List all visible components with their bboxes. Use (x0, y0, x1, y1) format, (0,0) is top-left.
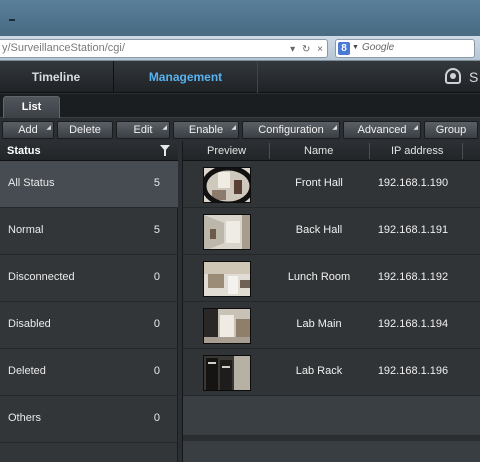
status-item-count: 0 (153, 412, 160, 424)
horizontal-scrollbar[interactable] (183, 435, 480, 441)
edit-dropdown-icon: ◢ (162, 125, 167, 131)
camera-name: Front Hall (295, 177, 343, 189)
advanced-dropdown-icon: ◢ (413, 125, 418, 131)
camera-row[interactable]: Back Hall 192.168.1.191 (183, 208, 480, 255)
camera-grid-footer (183, 435, 480, 462)
user-menu[interactable]: S (445, 67, 480, 89)
camera-name: Lab Main (296, 318, 342, 330)
camera-grid: Preview Name IP address Front Hall 192.1… (182, 141, 480, 462)
status-item-count: 0 (153, 318, 160, 330)
status-item-label: All Status (8, 177, 55, 189)
status-item-count: 0 (153, 365, 160, 377)
search-placeholder: Google (362, 42, 395, 53)
group-button[interactable]: Group (424, 121, 478, 139)
status-item-disconnected[interactable]: Disconnected 0 (0, 255, 178, 302)
search-input[interactable]: 8 ▼ Google (335, 39, 475, 58)
camera-preview-thumbnail[interactable] (203, 261, 251, 297)
status-item-label: Disconnected (8, 271, 75, 283)
search-engine-icon[interactable]: 8 (338, 42, 350, 55)
enable-dropdown-icon: ◢ (231, 125, 236, 131)
add-dropdown-icon: ◢ (46, 125, 51, 131)
reload-icon[interactable]: ↻ (302, 44, 310, 55)
tab-timeline[interactable]: Timeline (0, 61, 112, 93)
camera-row[interactable]: Lab Rack 192.168.1.196 (183, 349, 480, 396)
camera-ip-address: 192.168.1.191 (377, 224, 449, 236)
bookmark-star-icon[interactable]: ▾ (290, 44, 295, 55)
camera-name: Lab Rack (295, 365, 343, 377)
camera-row[interactable]: Lab Main 192.168.1.194 (183, 302, 480, 349)
status-item-normal[interactable]: Normal 5 (0, 208, 178, 255)
configuration-dropdown-icon: ◢ (332, 125, 337, 131)
toolbar: Add ◢ Delete Edit ◢ Enable ◢ Configuration ◢… (0, 119, 480, 141)
edit-button[interactable]: Edit ◢ (116, 121, 170, 139)
advanced-button[interactable]: Advanced ◢ (343, 121, 421, 139)
enable-button[interactable]: Enable ◢ (173, 121, 239, 139)
camera-ip-address: 192.168.1.196 (377, 365, 449, 377)
camera-ip-address: 192.168.1.194 (377, 318, 449, 330)
camera-name: Back Hall (295, 224, 343, 236)
column-divider[interactable] (369, 143, 370, 159)
status-item-label: Deleted (8, 365, 46, 377)
browser-navigation-bar: y/SurveillanceStation/cgi/ ▾ ↻ × 8 ▼ Goo… (0, 36, 480, 61)
status-item-others[interactable]: Others 0 (0, 396, 178, 443)
advanced-button-label: Advanced (357, 124, 407, 136)
column-divider[interactable] (269, 143, 270, 159)
tab-management[interactable]: Management (113, 61, 258, 93)
tab-list[interactable]: List (3, 96, 60, 118)
camera-grid-header: Preview Name IP address (183, 141, 480, 161)
camera-row[interactable]: Lunch Room 192.168.1.192 (183, 255, 480, 302)
user-icon (445, 68, 461, 84)
delete-button-label: Delete (69, 124, 101, 136)
status-panel-title: Status (7, 145, 41, 157)
status-panel-header: Status (0, 141, 178, 161)
status-panel: Status All Status 5 Normal 5 Disconnecte… (0, 141, 178, 462)
status-item-count: 0 (153, 271, 160, 283)
camera-preview-thumbnail[interactable] (203, 355, 251, 391)
configuration-button-label: Configuration (258, 124, 324, 136)
camera-row[interactable]: Front Hall 192.168.1.190 (183, 161, 480, 208)
search-engine-dropdown-icon[interactable]: ▼ (352, 44, 359, 51)
add-button-label: Add (18, 124, 38, 136)
delete-button[interactable]: Delete (57, 121, 113, 139)
status-item-label: Others (8, 412, 42, 424)
enable-button-label: Enable (188, 124, 224, 136)
camera-preview-thumbnail[interactable] (203, 214, 251, 250)
configuration-button[interactable]: Configuration ◢ (242, 121, 340, 139)
address-bar-text: y/SurveillanceStation/cgi/ (2, 42, 125, 54)
status-item-all-status[interactable]: All Status 5 (0, 161, 178, 208)
column-header-name[interactable]: Name (304, 145, 333, 157)
stop-icon[interactable]: × (317, 44, 323, 55)
column-header-ip-address[interactable]: IP address (391, 145, 443, 157)
status-item-count: 5 (153, 177, 160, 189)
address-bar[interactable]: y/SurveillanceStation/cgi/ ▾ ↻ × (0, 39, 328, 58)
status-item-label: Disabled (8, 318, 51, 330)
browser-titlebar (0, 0, 480, 36)
status-item-disabled[interactable]: Disabled 0 (0, 302, 178, 349)
camera-ip-address: 192.168.1.192 (377, 271, 449, 283)
camera-preview-thumbnail[interactable] (203, 308, 251, 344)
add-button[interactable]: Add ◢ (2, 121, 54, 139)
camera-ip-address: 192.168.1.190 (377, 177, 449, 189)
app-header: Timeline Management S (0, 61, 480, 93)
status-item-count: 5 (153, 224, 160, 236)
status-item-deleted[interactable]: Deleted 0 (0, 349, 178, 396)
column-divider[interactable] (462, 143, 463, 159)
subtab-strip: List (0, 94, 480, 118)
column-header-preview[interactable]: Preview (207, 145, 246, 157)
group-button-label: Group (435, 124, 467, 136)
camera-preview-thumbnail[interactable] (203, 167, 251, 203)
filter-icon[interactable] (160, 145, 170, 156)
camera-name: Lunch Room (287, 271, 351, 283)
user-initial: S (469, 69, 479, 85)
window-dash-icon (9, 19, 15, 21)
edit-button-label: Edit (133, 124, 153, 136)
status-item-label: Normal (8, 224, 44, 236)
